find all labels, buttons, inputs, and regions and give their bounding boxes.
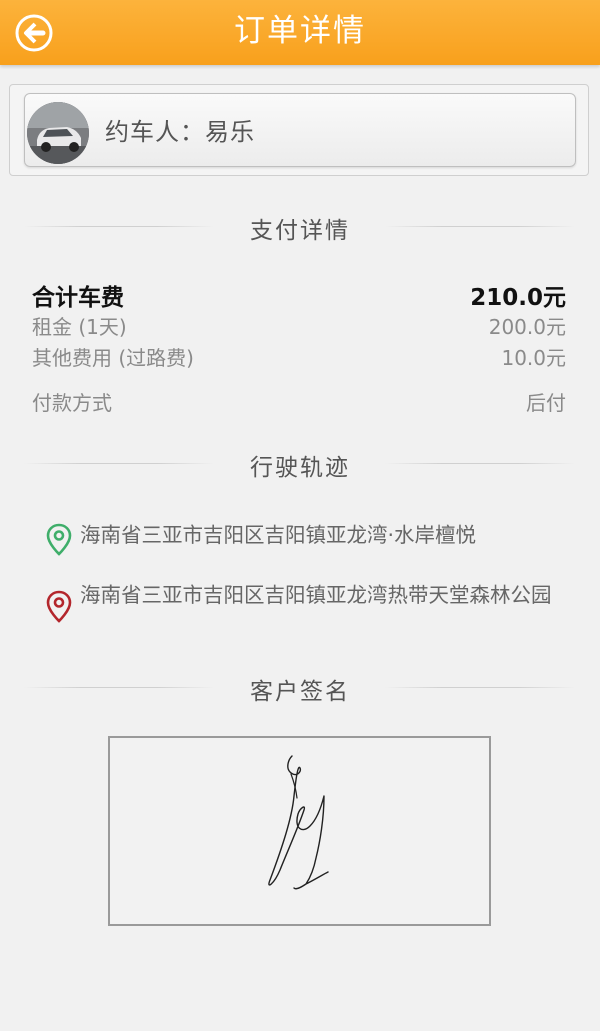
start-location-pin-icon	[46, 523, 72, 556]
divider	[385, 226, 575, 227]
payment-method-label: 付款方式	[32, 391, 112, 415]
payment-method-value: 后付	[526, 391, 566, 415]
total-fare-label: 合计车费	[32, 285, 124, 311]
other-fee-label: 其他费用 (过路费)	[32, 346, 194, 370]
divider	[385, 463, 575, 464]
end-location-pin-icon	[46, 590, 72, 623]
car-avatar-image	[27, 102, 89, 164]
avatar	[27, 102, 89, 164]
other-fee-value: 10.0元	[501, 346, 566, 370]
end-address: 海南省三亚市吉阳区吉阳镇亚龙湾热带天堂森林公园	[80, 583, 552, 607]
booker-card: 约车人：易乐	[9, 84, 589, 176]
booker-name: 约车人：易乐	[105, 118, 255, 146]
rent-value: 200.0元	[488, 315, 566, 339]
divider	[385, 687, 575, 688]
page-title: 订单详情	[234, 13, 366, 49]
payment-section-title: 支付详情	[250, 218, 350, 244]
rent-row: 租金 (1天) 200.0元	[32, 311, 566, 341]
header-bar: 订单详情	[0, 0, 600, 65]
signature-drawing	[268, 755, 329, 890]
payment-method-row: 付款方式 后付	[32, 387, 566, 417]
signature-section-title: 客户签名	[250, 679, 350, 705]
signature-box	[108, 736, 491, 926]
total-fare-row: 合计车费 210.0元	[32, 278, 566, 311]
start-address: 海南省三亚市吉阳区吉阳镇亚龙湾·水岸檀悦	[80, 523, 477, 547]
booker-card-inner[interactable]: 约车人：易乐	[24, 93, 576, 167]
total-fare-value: 210.0元	[470, 285, 566, 311]
trip-section-title: 行驶轨迹	[250, 455, 350, 481]
rent-label: 租金 (1天)	[32, 315, 127, 339]
other-fee-row: 其他费用 (过路费) 10.0元	[32, 342, 566, 372]
